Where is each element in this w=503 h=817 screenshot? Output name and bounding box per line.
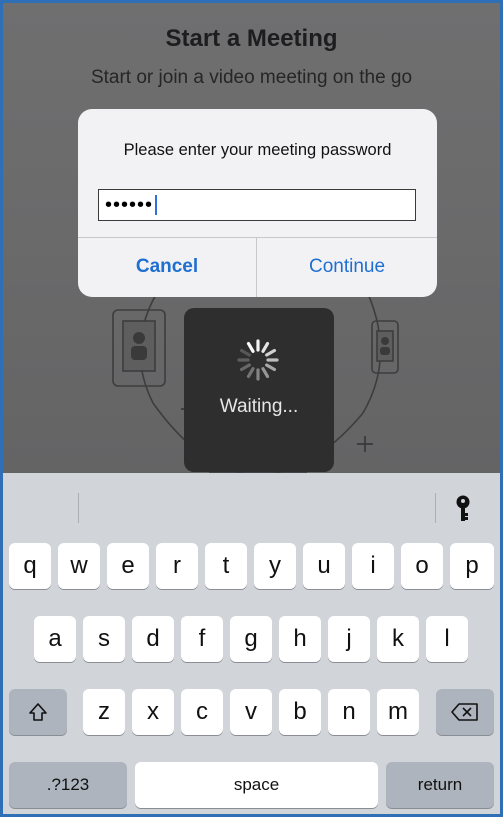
suggestion-bar [3, 473, 500, 543]
password-value: •••••• [105, 194, 154, 216]
key-b[interactable]: b [279, 689, 321, 735]
backspace-key[interactable] [436, 689, 494, 735]
key-j[interactable]: j [328, 616, 370, 662]
key-g[interactable]: g [230, 616, 272, 662]
shift-key[interactable] [9, 689, 67, 735]
key-icon[interactable] [455, 495, 471, 523]
screen-frame: Start a Meeting Start or join a video me… [0, 0, 503, 817]
key-f[interactable]: f [181, 616, 223, 662]
key-k[interactable]: k [377, 616, 419, 662]
key-m[interactable]: m [377, 689, 419, 735]
return-key[interactable]: return [386, 762, 494, 808]
key-o[interactable]: o [401, 543, 443, 589]
key-l[interactable]: l [426, 616, 468, 662]
continue-button[interactable]: Continue [257, 237, 437, 297]
key-y[interactable]: y [254, 543, 296, 589]
key-d[interactable]: d [132, 616, 174, 662]
key-v[interactable]: v [230, 689, 272, 735]
password-dialog: Please enter your meeting password •••••… [78, 109, 437, 297]
on-screen-keyboard: q w e r t y u i o p a s d f g h j k l z … [3, 473, 500, 814]
key-e[interactable]: e [107, 543, 149, 589]
password-field[interactable]: •••••• [98, 189, 416, 221]
dialog-message: Please enter your meeting password [123, 141, 392, 159]
key-n[interactable]: n [328, 689, 370, 735]
cancel-button[interactable]: Cancel [78, 237, 256, 297]
app-subtitle: Start or join a video meeting on the go [90, 67, 413, 88]
key-q[interactable]: q [9, 543, 51, 589]
key-a[interactable]: a [34, 616, 76, 662]
suggestion-divider [78, 493, 79, 523]
text-caret [155, 195, 158, 215]
backspace-icon [451, 703, 478, 721]
spinner-icon [237, 339, 279, 381]
numbers-key[interactable]: .?123 [9, 762, 127, 808]
key-s[interactable]: s [83, 616, 125, 662]
key-c[interactable]: c [181, 689, 223, 735]
key-x[interactable]: x [132, 689, 174, 735]
waiting-indicator: Waiting... [184, 308, 334, 472]
suggestion-divider [435, 493, 436, 523]
key-w[interactable]: w [58, 543, 100, 589]
key-h[interactable]: h [279, 616, 321, 662]
key-r[interactable]: r [156, 543, 198, 589]
key-p[interactable]: p [450, 543, 494, 589]
key-u[interactable]: u [303, 543, 345, 589]
key-z[interactable]: z [83, 689, 125, 735]
shift-icon [29, 703, 47, 721]
waiting-label: Waiting... [219, 396, 299, 417]
space-key[interactable]: space [135, 762, 378, 808]
key-t[interactable]: t [205, 543, 247, 589]
app-title: Start a Meeting [165, 25, 338, 52]
key-i[interactable]: i [352, 543, 394, 589]
